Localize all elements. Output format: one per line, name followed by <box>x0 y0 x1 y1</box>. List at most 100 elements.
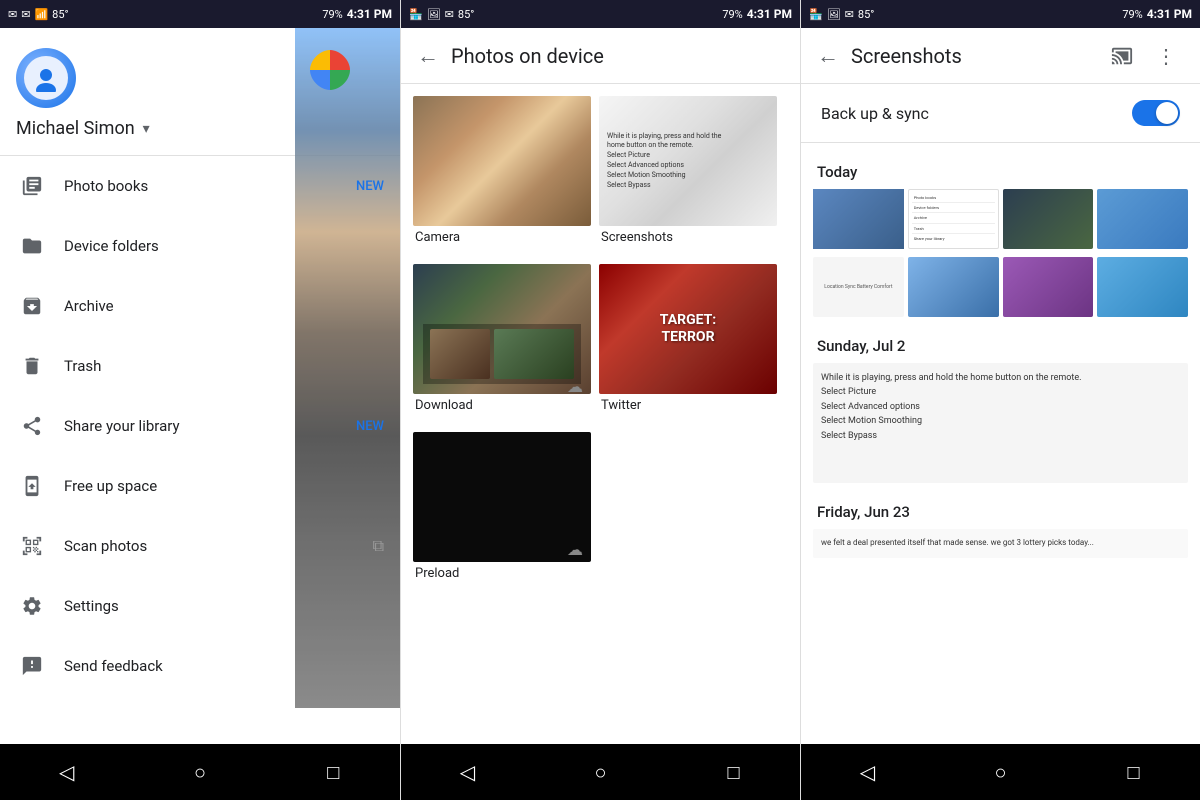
screenshots-label: Screenshots <box>599 226 777 249</box>
folder-download[interactable]: ☁ Download <box>413 264 591 424</box>
time-3: 4:31 PM <box>1147 7 1192 21</box>
wifi-icon: 📶 <box>34 8 48 21</box>
screenshots-thumbnail: While it is playing, press and hold theh… <box>599 96 777 226</box>
folder-preload[interactable]: ☁ Preload <box>413 432 591 585</box>
free-space-icon <box>16 470 48 502</box>
header-icons: ⋮ <box>1104 38 1184 74</box>
sunday-screenshot[interactable]: While it is playing, press and hold the … <box>813 363 1188 483</box>
screenshots-scroll[interactable]: Today Photo books Device folders Archive… <box>801 143 1200 744</box>
today-thumb-6[interactable] <box>908 257 999 317</box>
battery-2: 79% <box>722 8 742 21</box>
status-bar-left-3: 🏪 🖼 ✉ 85° <box>809 8 874 21</box>
status-bar-right-2: 79% 4:31 PM <box>722 7 792 21</box>
book-icon <box>16 170 48 202</box>
back-button-2[interactable]: ← <box>417 43 439 69</box>
home-nav-2[interactable]: ○ <box>571 750 631 794</box>
panel2-header: ← Photos on device <box>401 28 800 84</box>
today-thumb-2[interactable]: Photo books Device folders Archive Trash… <box>908 189 999 249</box>
sidebar-item-free-up-space[interactable]: Free up space <box>0 456 400 516</box>
today-grid-2: Location Sync Battery Comfort <box>813 257 1188 317</box>
free-up-space-label: Free up space <box>64 477 384 495</box>
today-grid: Photo books Device folders Archive Trash… <box>813 189 1188 249</box>
status-bar-right: 79% 4:31 PM <box>322 7 392 21</box>
temp-s2: 85° <box>458 8 474 21</box>
home-button[interactable]: ○ <box>170 750 230 794</box>
today-thumb-5[interactable]: Location Sync Battery Comfort <box>813 257 904 317</box>
photo-icon-s2: 🖼 <box>427 8 441 21</box>
sync-label: Back up & sync <box>821 104 1132 123</box>
share-library-label: Share your library <box>64 417 356 435</box>
time-text: 4:31 PM <box>347 7 392 21</box>
today-thumb-7[interactable] <box>1003 257 1094 317</box>
status-bar-2: 🏪 🖼 ✉ 85° 79% 4:31 PM <box>401 0 800 28</box>
sync-bar: Back up & sync <box>801 84 1200 143</box>
mail-icon-s2: ✉ <box>445 8 454 21</box>
sidebar-item-device-folders[interactable]: Device folders <box>0 216 400 276</box>
trash-icon <box>16 350 48 382</box>
mail-icon-3: ✉ <box>845 8 854 21</box>
google-photos-logo <box>310 50 350 94</box>
scan-icon <box>16 530 48 562</box>
photo-icon-3: 🖼 <box>827 8 841 21</box>
back-nav-3[interactable]: ◁ <box>838 750 898 794</box>
friday-screenshot[interactable]: we felt a deal presented itself that mad… <box>813 529 1188 558</box>
store-icon-3: 🏪 <box>809 8 823 21</box>
sidebar-panel: ✉ ✉ 📶 85° 79% 4:31 PM <box>0 0 400 800</box>
avatar <box>16 48 76 108</box>
device-folders-label: Device folders <box>64 237 384 255</box>
sidebar-item-share-library[interactable]: Share your library NEW <box>0 396 400 456</box>
external-link-icon: ⧉ <box>373 536 384 556</box>
preload-thumbnail <box>413 432 591 562</box>
trash-label: Trash <box>64 357 384 375</box>
back-button[interactable]: ◁ <box>37 750 97 794</box>
dropdown-arrow-icon[interactable]: ▾ <box>143 121 150 137</box>
menu-list: Photo books NEW Device folders Archive <box>0 156 400 744</box>
sunday-date-label: Sunday, Jul 2 <box>813 329 1188 363</box>
today-thumb-1[interactable] <box>813 189 904 249</box>
panel2-title: Photos on device <box>451 44 784 68</box>
sidebar-item-photo-books[interactable]: Photo books NEW <box>0 156 400 216</box>
settings-label: Settings <box>64 597 384 615</box>
photos-on-device-panel: 🏪 🖼 ✉ 85° 79% 4:31 PM ← Photos on device… <box>400 0 800 800</box>
screenshots-panel: 🏪 🖼 ✉ 85° 79% 4:31 PM ← Screenshots ⋮ Ba… <box>800 0 1200 800</box>
cast-icon[interactable] <box>1104 38 1140 74</box>
home-nav-3[interactable]: ○ <box>971 750 1031 794</box>
nav-bar: ◁ ○ □ <box>0 744 400 800</box>
today-thumb-3[interactable] <box>1003 189 1094 249</box>
recent-nav-2[interactable]: □ <box>704 750 764 794</box>
cloud-off-icon: ☁ <box>567 377 583 396</box>
preload-label: Preload <box>413 562 591 585</box>
sidebar-item-settings[interactable]: Settings <box>0 576 400 636</box>
download-thumbnail <box>413 264 591 394</box>
more-options-icon[interactable]: ⋮ <box>1148 38 1184 74</box>
folder-camera[interactable]: Camera <box>413 96 591 256</box>
today-thumb-4[interactable] <box>1097 189 1188 249</box>
camera-thumbnail <box>413 96 591 226</box>
scan-photos-label: Scan photos <box>64 537 373 555</box>
sidebar-item-trash[interactable]: Trash <box>0 336 400 396</box>
sidebar-item-archive[interactable]: Archive <box>0 276 400 336</box>
camera-label: Camera <box>413 226 591 249</box>
today-thumb-8[interactable] <box>1097 257 1188 317</box>
back-nav-2[interactable]: ◁ <box>438 750 498 794</box>
feedback-icon <box>16 650 48 682</box>
twitter-thumbnail: TARGET:TERROR <box>599 264 777 394</box>
panel3-header: ← Screenshots ⋮ <box>801 28 1200 84</box>
friday-date-label: Friday, Jun 23 <box>813 495 1188 529</box>
store-icon: 🏪 <box>409 8 423 21</box>
archive-icon <box>16 290 48 322</box>
back-button-3[interactable]: ← <box>817 43 839 69</box>
sidebar-item-scan-photos[interactable]: Scan photos ⧉ <box>0 516 400 576</box>
twitter-label: Twitter <box>599 394 777 417</box>
recent-button[interactable]: □ <box>303 750 363 794</box>
sidebar-item-send-feedback[interactable]: Send feedback <box>0 636 400 696</box>
status-bar-left-2: 🏪 🖼 ✉ 85° <box>409 8 474 21</box>
backup-sync-toggle[interactable] <box>1132 100 1180 126</box>
avatar-inner <box>24 56 68 100</box>
photos-grid: Camera While it is playing, press and ho… <box>401 84 800 744</box>
recent-nav-3[interactable]: □ <box>1104 750 1164 794</box>
screenshots-title: Screenshots <box>851 44 1092 68</box>
folder-twitter[interactable]: TARGET:TERROR Twitter <box>599 264 777 424</box>
photo-books-badge: NEW <box>356 179 384 194</box>
folder-screenshots[interactable]: While it is playing, press and hold theh… <box>599 96 777 256</box>
